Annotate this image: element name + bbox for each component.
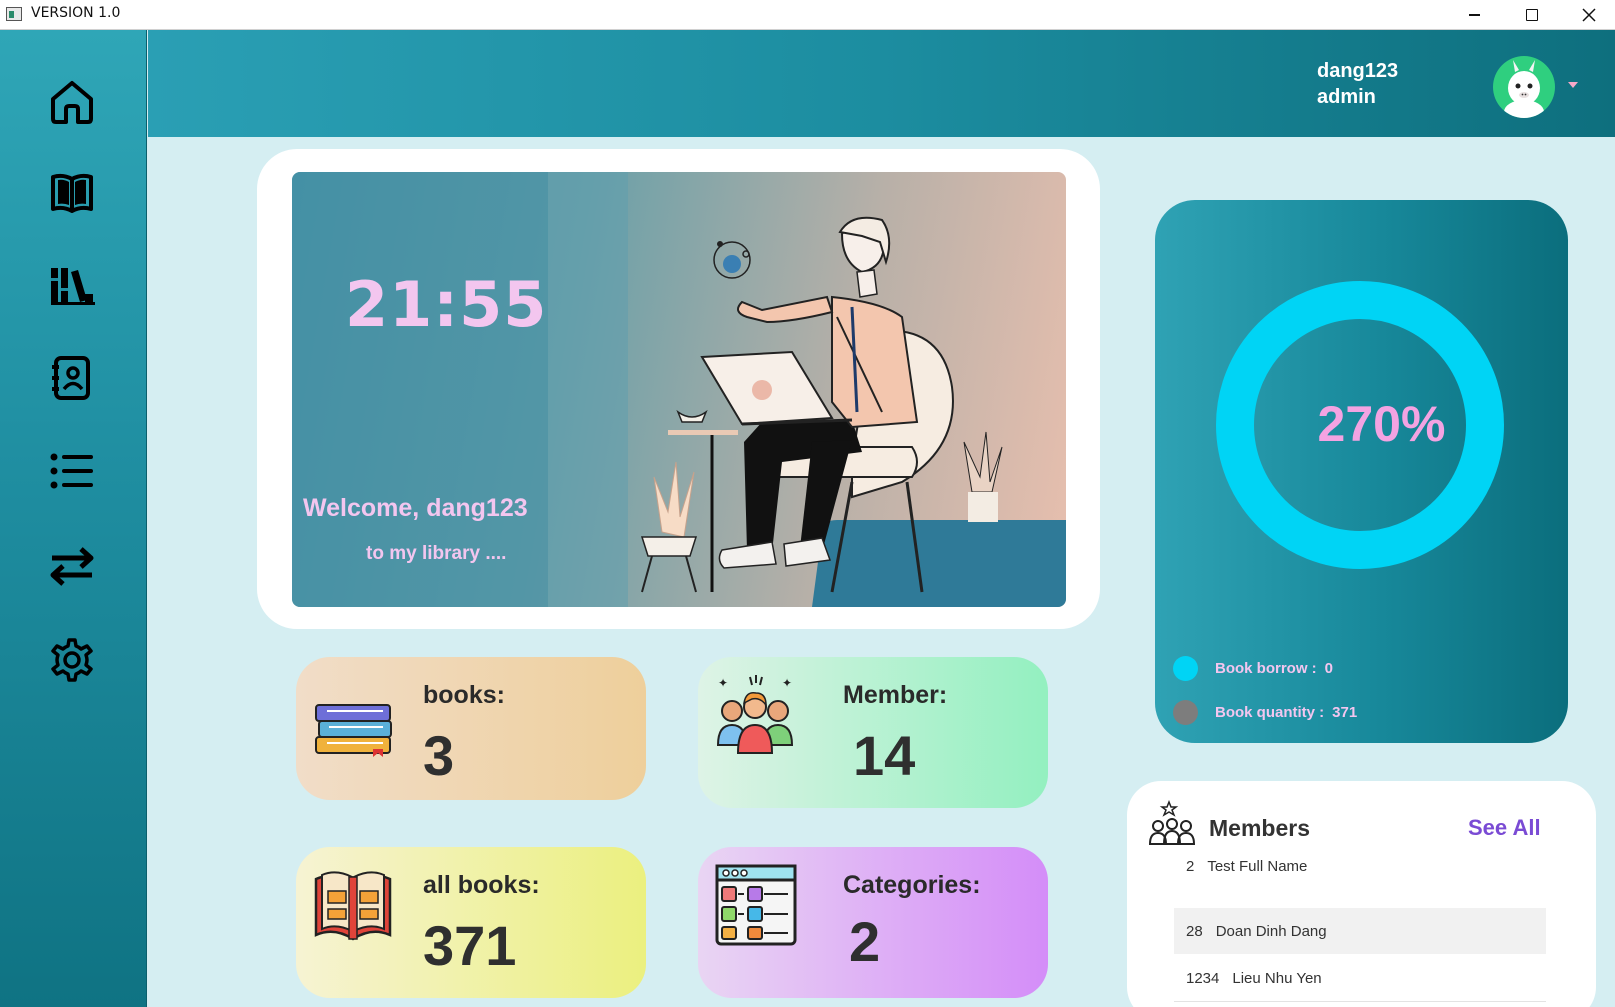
legend-borrow-value: 0 [1324,660,1334,677]
donut-percent: 270% [1317,396,1446,452]
close-icon [1582,8,1596,22]
member-name: Doan Dinh Dang [1215,922,1327,940]
stat-categories-value: 2 [849,910,881,973]
member-row[interactable]: 28 Doan Dinh Dang [1174,908,1546,954]
stat-card-all-books[interactable]: all books: 371 [296,847,646,998]
gear-icon [51,638,93,682]
home-icon [51,81,93,124]
top-header: dang123 admin [148,30,1615,137]
arrows-exchange-icon [50,547,94,586]
stat-card-members[interactable]: ✦ ✦ Member: 14 [698,657,1048,808]
sidebar-item-settings[interactable] [44,632,100,688]
stat-card-categories[interactable]: Categories: 2 [698,847,1048,998]
member-id: 28 [1186,922,1203,940]
contact-book-icon [52,356,90,400]
legend-borrow-label: Book borrow : [1215,660,1317,677]
see-all-link[interactable]: See All [1468,815,1541,841]
category-grid-icon [715,864,797,946]
members-group-icon [1149,800,1195,845]
user-menu-chevron-down-icon[interactable] [1568,82,1578,88]
maximize-icon [1526,9,1538,21]
stat-books-label: books: [423,681,505,709]
clock-time: 21:55 [345,268,548,341]
legend-book-borrow: Book borrow : 0 [1173,656,1333,681]
stat-all-books-value: 371 [423,914,517,977]
svg-text:✦: ✦ [782,676,792,690]
legend-dot-quantity [1173,700,1198,725]
llama-avatar-icon [1504,60,1544,118]
close-button[interactable] [1561,0,1615,30]
member-row[interactable]: 2 Test Full Name [1174,843,1546,889]
members-panel: Members See All 2 Test Full Name 28 Doan… [1127,781,1596,1007]
stat-card-books[interactable]: books: 3 [296,657,646,800]
sidebar-item-transfer[interactable] [44,538,100,594]
sidebar-item-list[interactable] [44,443,100,499]
book-ratio-panel: 270% Book borrow : 0 Book quantity : 371 [1155,200,1568,743]
sidebar-item-library[interactable] [44,257,100,313]
sidebar-item-home[interactable] [44,74,100,130]
bookshelf-icon [51,268,95,305]
minimize-icon [1468,14,1480,16]
team-people-icon: ✦ ✦ [716,675,794,754]
legend-quantity-value: 371 [1332,704,1358,721]
stat-categories-label: Categories: [843,871,981,899]
list-icon [50,453,93,489]
book-open-icon [51,173,93,213]
window-title: VERSION 1.0 [31,5,121,21]
stat-members-value: 14 [853,724,916,787]
welcome-message: Welcome, dang123 [303,494,528,522]
avatar[interactable] [1493,56,1555,118]
members-title: Members [1209,815,1310,841]
sidebar [0,30,147,1007]
welcome-subtitle: to my library .... [366,543,507,564]
open-book-icon [314,871,392,941]
user-name: dang123 [1317,60,1399,82]
window-titlebar: VERSION 1.0 [0,0,1615,30]
hero-illustration [292,172,1066,607]
member-id: 1234 [1186,970,1220,987]
member-name: Test Full Name [1207,857,1308,875]
user-role: admin [1317,86,1376,108]
member-row[interactable]: 1234 Lieu Nhu Yen [1174,956,1546,1002]
member-id: 2 [1186,857,1195,875]
app-icon [6,7,22,21]
stacked-books-icon [315,704,392,757]
minimize-button[interactable] [1446,0,1502,30]
legend-quantity-label: Book quantity : [1215,704,1325,721]
sidebar-item-books[interactable] [44,164,100,220]
maximize-button[interactable] [1504,0,1560,30]
member-name: Lieu Nhu Yen [1232,970,1322,987]
svg-text:✦: ✦ [718,676,728,690]
stat-all-books-label: all books: [423,871,540,899]
person-with-laptop-illustration [292,172,1066,607]
stat-books-value: 3 [423,724,455,787]
legend-book-quantity: Book quantity : 371 [1173,700,1357,725]
stat-members-label: Member: [843,681,948,709]
legend-dot-borrow [1173,656,1198,681]
sidebar-item-contacts[interactable] [44,350,100,406]
